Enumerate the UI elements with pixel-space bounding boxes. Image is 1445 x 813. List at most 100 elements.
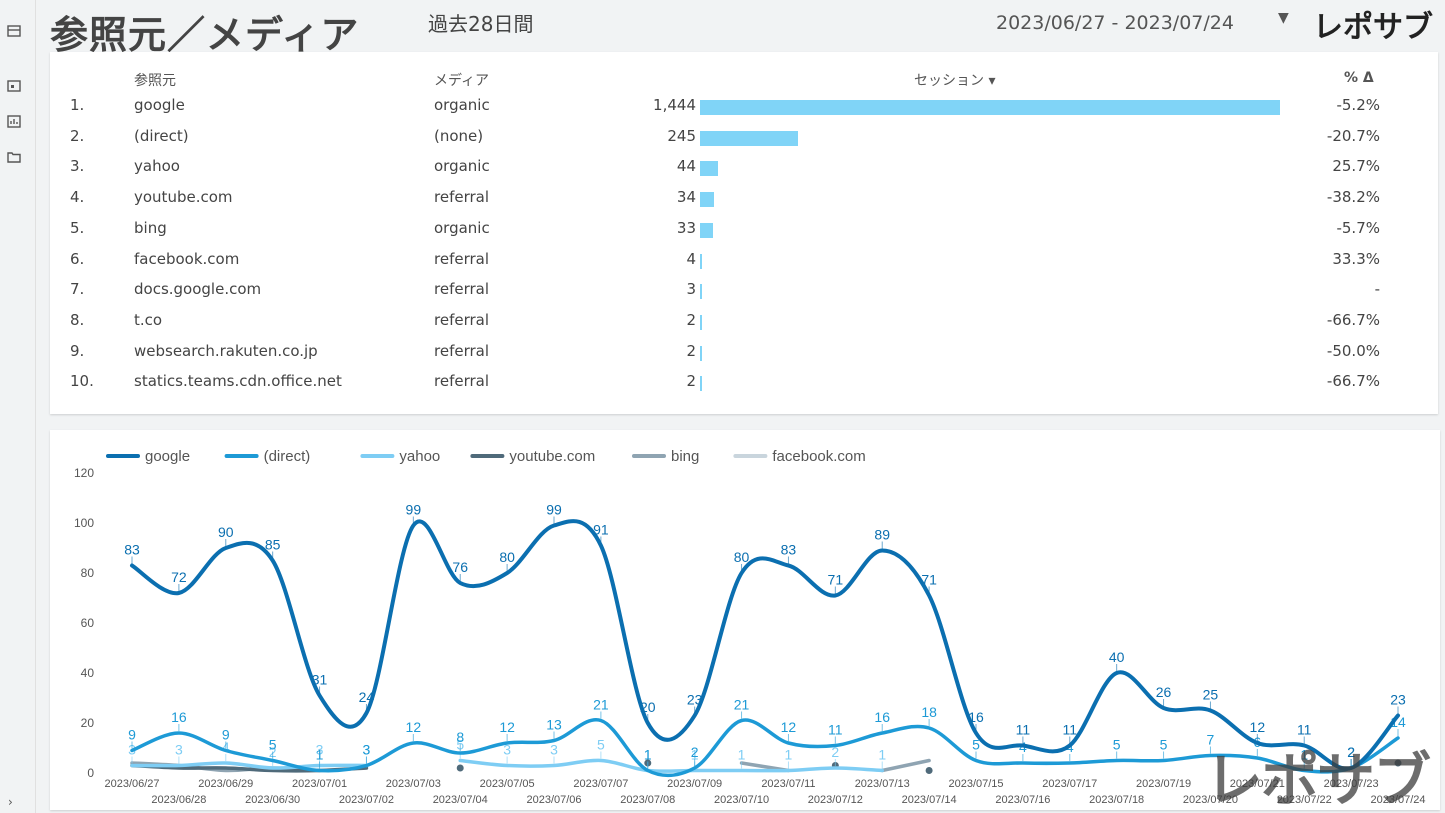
x-tick-label: 2023/07/02	[339, 794, 394, 806]
header-pct-change[interactable]: % Δ	[1344, 70, 1374, 86]
data-label: 83	[124, 542, 140, 558]
x-tick-label: 2023/07/09	[667, 778, 722, 790]
legend-label: bing	[671, 448, 699, 465]
header-sessions[interactable]: セッション ▾	[914, 70, 995, 90]
data-label: 18	[921, 704, 937, 720]
header-source[interactable]: 参照元	[134, 70, 176, 90]
pct-change-cell: -20.7%	[1326, 126, 1380, 145]
x-tick-label: 2023/07/12	[808, 794, 863, 806]
data-label: 5	[1160, 737, 1168, 753]
x-tick-label: 2023/07/08	[620, 794, 675, 806]
data-label: 85	[265, 537, 281, 553]
data-label: 1	[785, 747, 793, 763]
x-tick-label: 2023/06/28	[151, 794, 206, 806]
source-cell: websearch.rakuten.co.jp	[134, 341, 318, 360]
data-label: 1	[878, 747, 886, 763]
sessions-bar	[700, 314, 702, 330]
y-tick-label: 40	[81, 666, 95, 680]
pct-change-cell: -66.7%	[1326, 372, 1380, 391]
pct-change-cell: -38.2%	[1326, 188, 1380, 207]
sessions-bar	[700, 376, 702, 392]
row-index: 5.	[70, 218, 85, 237]
table-row[interactable]: 6. facebook.com referral 4 33.3%	[50, 250, 1438, 280]
legend-label: yahoo	[399, 448, 440, 465]
data-label: 89	[874, 527, 890, 543]
x-tick-label: 2023/07/15	[948, 778, 1003, 790]
x-tick-label: 2023/07/10	[714, 794, 769, 806]
data-label: 91	[593, 522, 609, 538]
dropdown-caret-icon[interactable]: ▼	[1278, 10, 1289, 26]
report-icon[interactable]	[6, 114, 22, 128]
data-label: 9	[222, 727, 230, 743]
series-line-bing	[880, 758, 931, 773]
data-label: 83	[781, 542, 797, 558]
source-cell: google	[134, 96, 185, 114]
data-label: 1	[738, 747, 746, 763]
data-label: 1	[644, 747, 652, 763]
table-row[interactable]: 5. bing organic 33 -5.7%	[50, 219, 1438, 249]
data-label: 16	[171, 709, 187, 725]
source-cell: t.co	[134, 310, 163, 329]
row-index: 8.	[70, 310, 85, 329]
data-label: 99	[546, 502, 562, 518]
legend-label: (direct)	[264, 448, 311, 465]
date-range-picker[interactable]: 2023/06/27 - 2023/07/24	[996, 12, 1234, 34]
table-row[interactable]: 10. statics.teams.cdn.office.net referral 2…	[50, 372, 1438, 402]
row-index: 6.	[70, 249, 85, 268]
data-label: 21	[734, 697, 750, 713]
sessions-bar	[700, 253, 702, 269]
legend-label: facebook.com	[772, 448, 865, 465]
series-line-yahoo	[458, 758, 884, 773]
medium-cell: referral	[434, 188, 490, 207]
expand-chevron-icon[interactable]: ›	[8, 795, 13, 809]
data-label: 5	[1113, 737, 1121, 753]
row-index: 3.	[70, 157, 85, 176]
data-label: 99	[406, 502, 422, 518]
line-chart-card: 0 20 40 60 80 100 120 2023/06/27 2023/06/28 2023/…	[50, 430, 1440, 810]
table-row[interactable]: 8. t.co referral 2 -66.7%	[50, 311, 1438, 341]
data-label: 13	[546, 717, 562, 733]
table-row[interactable]: 9. websearch.rakuten.co.jp referral 2 -50.0%	[50, 342, 1438, 372]
data-label: 3	[550, 742, 558, 758]
x-tick-label: 2023/07/16	[995, 794, 1050, 806]
sessions-cell: 2	[686, 310, 696, 329]
data-label: 11	[828, 722, 843, 738]
data-label: 23	[687, 692, 703, 708]
sidebar: ›	[0, 0, 36, 813]
data-label: 72	[171, 569, 187, 585]
y-tick-label: 120	[74, 466, 94, 480]
sessions-cell: 3	[686, 280, 696, 299]
data-label: 24	[359, 689, 375, 705]
data-label: 40	[1109, 649, 1125, 665]
table-row[interactable]: 4. youtube.com referral 34 -38.2%	[50, 188, 1438, 218]
sessions-cell: 33	[676, 218, 696, 237]
y-tick-label: 80	[81, 566, 95, 580]
x-tick-label: 2023/07/04	[433, 794, 488, 806]
data-label: 76	[452, 559, 468, 575]
y-tick-label: 100	[74, 516, 94, 530]
x-tick-label: 2023/06/29	[198, 778, 253, 790]
sessions-bar	[700, 192, 714, 208]
calendar-icon[interactable]	[6, 78, 22, 92]
table-row[interactable]: 7. docs.google.com referral 3 -	[50, 280, 1438, 310]
x-tick-label: 2023/06/27	[104, 778, 159, 790]
data-label: 11	[1016, 722, 1031, 738]
table-row[interactable]: 3. yahoo organic 44 25.7%	[50, 157, 1438, 187]
data-label: 23	[1390, 692, 1406, 708]
data-label: 3	[363, 742, 371, 758]
data-label: 16	[968, 709, 984, 725]
y-tick-label: 20	[81, 716, 95, 730]
data-label: 2	[691, 744, 699, 760]
data-label: 16	[874, 709, 890, 725]
x-tick-label: 2023/07/03	[386, 778, 441, 790]
pct-change-cell: -5.7%	[1336, 218, 1380, 237]
medium-cell: (none)	[434, 126, 484, 145]
table-row[interactable]: 2. (direct) (none) 245 -20.7%	[50, 127, 1438, 157]
folder-icon[interactable]	[6, 150, 22, 164]
sessions-cell: 44	[676, 157, 696, 176]
table-row[interactable]: 1. google organic 1,444 -5.2%	[50, 96, 1438, 126]
header-medium[interactable]: メディア	[434, 70, 489, 90]
sessions-cell: 2	[686, 341, 696, 360]
data-label: 80	[499, 549, 515, 565]
store-icon[interactable]	[6, 24, 22, 38]
